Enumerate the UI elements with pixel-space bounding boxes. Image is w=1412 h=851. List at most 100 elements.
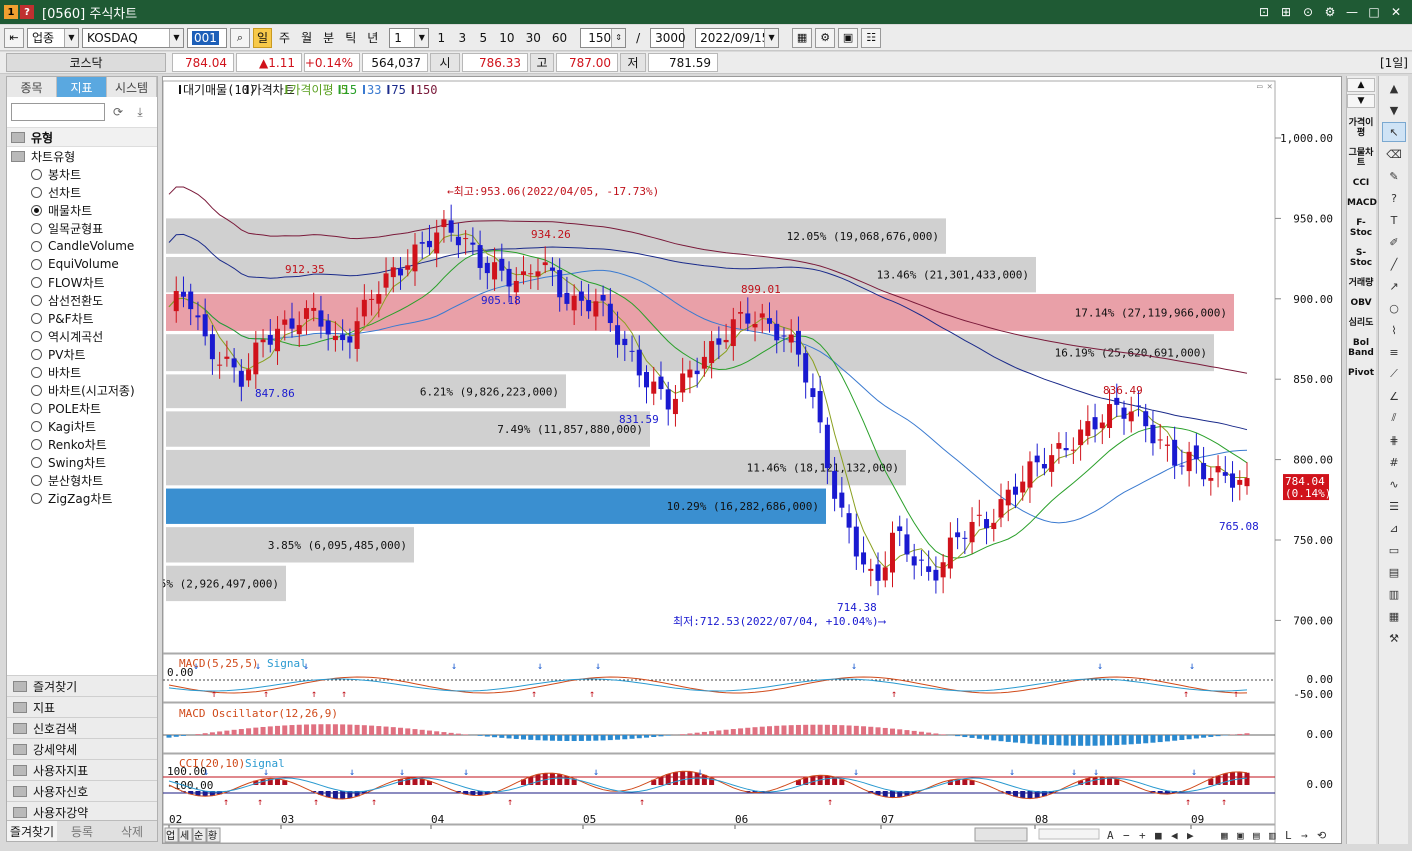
radio-icon[interactable]	[31, 366, 42, 378]
chart-type-item[interactable]: Kagi차트	[7, 417, 157, 435]
period-tick-button[interactable]: 틱	[341, 28, 360, 48]
chart-type-item[interactable]: CandleVolume	[7, 237, 157, 255]
bar-chart-icon[interactable]: ▥	[1382, 584, 1406, 604]
chevron-down-icon[interactable]: ▼	[169, 28, 183, 47]
radio-icon[interactable]	[31, 294, 42, 306]
group-header[interactable]: 유형	[7, 127, 157, 147]
quick-10-button[interactable]: 10	[495, 28, 518, 48]
chevron-down-icon[interactable]: ▼	[64, 28, 78, 47]
indicator-shortcut-button[interactable]: 심리도	[1347, 318, 1375, 328]
cursor-icon[interactable]: ↖	[1382, 122, 1406, 142]
indicator-shortcut-button[interactable]: 그물차트	[1347, 148, 1375, 168]
delete-button[interactable]: 삭제	[107, 821, 157, 841]
gann-icon[interactable]: ⟋	[1382, 364, 1406, 384]
quick-5-button[interactable]: 5	[474, 28, 492, 48]
group-folder-item[interactable]: 지표	[7, 696, 157, 717]
help-icon[interactable]: ?	[1382, 188, 1406, 208]
eraser-icon[interactable]: ⌫	[1382, 144, 1406, 164]
period-year-button[interactable]: 년	[363, 28, 382, 48]
code-input[interactable]: 001	[187, 27, 227, 48]
quick-60-button[interactable]: 60	[548, 28, 571, 48]
scroll-up-icon[interactable]: ▲	[1347, 78, 1375, 92]
grid-lines-icon[interactable]: #	[1382, 452, 1406, 472]
indicator-shortcut-button[interactable]: F-Stoc	[1347, 218, 1375, 238]
group-folder-item[interactable]: 신호검색	[7, 717, 157, 738]
indicator-shortcut-button[interactable]: S-Stoc	[1347, 248, 1375, 268]
chart-type-item[interactable]: PV차트	[7, 345, 157, 363]
circle-tool-icon[interactable]: ○	[1382, 298, 1406, 318]
chart-type-item[interactable]: 삼선전환도	[7, 291, 157, 309]
scroll-up-icon[interactable]: ▲	[1382, 78, 1406, 98]
radio-icon[interactable]	[31, 420, 42, 432]
link-icon[interactable]: ⊡	[1256, 4, 1272, 20]
indicator-shortcut-button[interactable]: CCI	[1347, 178, 1375, 188]
tab-stock[interactable]: 종목	[7, 77, 57, 97]
auto-trend-icon[interactable]: ⊿	[1382, 518, 1406, 538]
chevron-down-icon[interactable]: ▼	[414, 28, 429, 47]
indicator-shortcut-button[interactable]: 거래량	[1347, 278, 1375, 288]
radio-icon[interactable]	[31, 312, 42, 324]
radio-icon[interactable]	[31, 330, 42, 342]
chart-type-item[interactable]: Renko차트	[7, 435, 157, 453]
chart-type-item[interactable]: 분산형차트	[7, 471, 157, 489]
date-select[interactable]: 2022/09/15 ▼	[695, 27, 780, 48]
minimize-button[interactable]: —	[1344, 4, 1360, 20]
chart-settings-icon[interactable]: ☷	[861, 27, 882, 48]
count-stepper[interactable]: 150 ⇕	[580, 27, 627, 48]
radio-icon[interactable]	[31, 384, 42, 396]
indicator-shortcut-button[interactable]: 가격이평	[1347, 118, 1375, 138]
data-icon[interactable]: ▦	[1382, 606, 1406, 626]
quick-3-button[interactable]: 3	[453, 28, 471, 48]
angle-icon[interactable]: ∠	[1382, 386, 1406, 406]
scroll-down-icon[interactable]: ▼	[1382, 100, 1406, 120]
chart-type-item[interactable]: 바차트(시고저종)	[7, 381, 157, 399]
text-tool-icon[interactable]: T	[1382, 210, 1406, 230]
period-day-button[interactable]: 일	[253, 27, 273, 48]
chart-type-item[interactable]: 일목균형표	[7, 219, 157, 237]
channel-icon[interactable]: ⫽	[1382, 408, 1406, 428]
group-folder-item[interactable]: 사용자신호	[7, 780, 157, 801]
indicator-shortcut-button[interactable]: Pivot	[1347, 368, 1375, 378]
download-icon[interactable]: ⤓	[131, 103, 149, 121]
radio-icon[interactable]	[31, 258, 42, 270]
market-select[interactable]: KOSDAQ ▼	[82, 27, 184, 48]
wave-tool-icon[interactable]: ⌇	[1382, 320, 1406, 340]
quick-1-button[interactable]: 1	[432, 28, 450, 48]
radio-icon[interactable]	[31, 492, 42, 504]
radio-icon[interactable]	[31, 276, 42, 288]
window-badge-1[interactable]: 1	[4, 5, 18, 19]
group-folder-item[interactable]: 강세약세	[7, 738, 157, 759]
radio-icon[interactable]	[31, 438, 42, 450]
window-badge-help[interactable]: ?	[20, 5, 34, 19]
chart-type-item[interactable]: 매물차트	[7, 201, 157, 219]
tools-icon[interactable]: ⚒	[1382, 628, 1406, 648]
indicator-shortcut-button[interactable]: MACD	[1347, 198, 1377, 208]
category-select[interactable]: 업종 ▼	[27, 27, 79, 48]
chart-type-item[interactable]: 봉차트	[7, 165, 157, 183]
chart-type-item[interactable]: Swing차트	[7, 453, 157, 471]
pen-icon[interactable]: ✐	[1382, 232, 1406, 252]
quick-30-button[interactable]: 30	[522, 28, 545, 48]
chart-area[interactable]: 12.05% (19,068,676,000) 13.46% (21,301,43…	[162, 76, 1342, 844]
chart-type-item[interactable]: POLE차트	[7, 399, 157, 417]
indicator-shortcut-button[interactable]: OBV	[1347, 298, 1375, 308]
gear-icon[interactable]: ⚙	[815, 27, 836, 48]
radio-icon[interactable]	[31, 240, 42, 252]
cycle-icon[interactable]: ∿	[1382, 474, 1406, 494]
radio-icon[interactable]	[31, 456, 42, 468]
chart-type-item[interactable]: 역시계곡선	[7, 327, 157, 345]
group-folder-item[interactable]: 사용자지표	[7, 759, 157, 780]
window-icon[interactable]: ▭	[1382, 540, 1406, 560]
stepper-arrows-icon[interactable]: ⇕	[611, 28, 626, 47]
register-button[interactable]: 등록	[57, 821, 107, 841]
multiplier-select[interactable]: 1 ▼	[389, 27, 430, 48]
radio-icon[interactable]	[31, 186, 42, 198]
period-month-button[interactable]: 월	[297, 28, 316, 48]
radio-icon[interactable]	[31, 402, 42, 414]
search-icon[interactable]: ⌕	[230, 27, 250, 48]
settings-gear-icon[interactable]: ⚙	[1322, 4, 1338, 20]
chart-type-item[interactable]: 바차트	[7, 363, 157, 381]
maximize-button[interactable]: □	[1366, 4, 1382, 20]
favorites-button[interactable]: 즐겨찾기	[7, 821, 57, 841]
tab-indicator[interactable]: 지표	[57, 77, 107, 97]
